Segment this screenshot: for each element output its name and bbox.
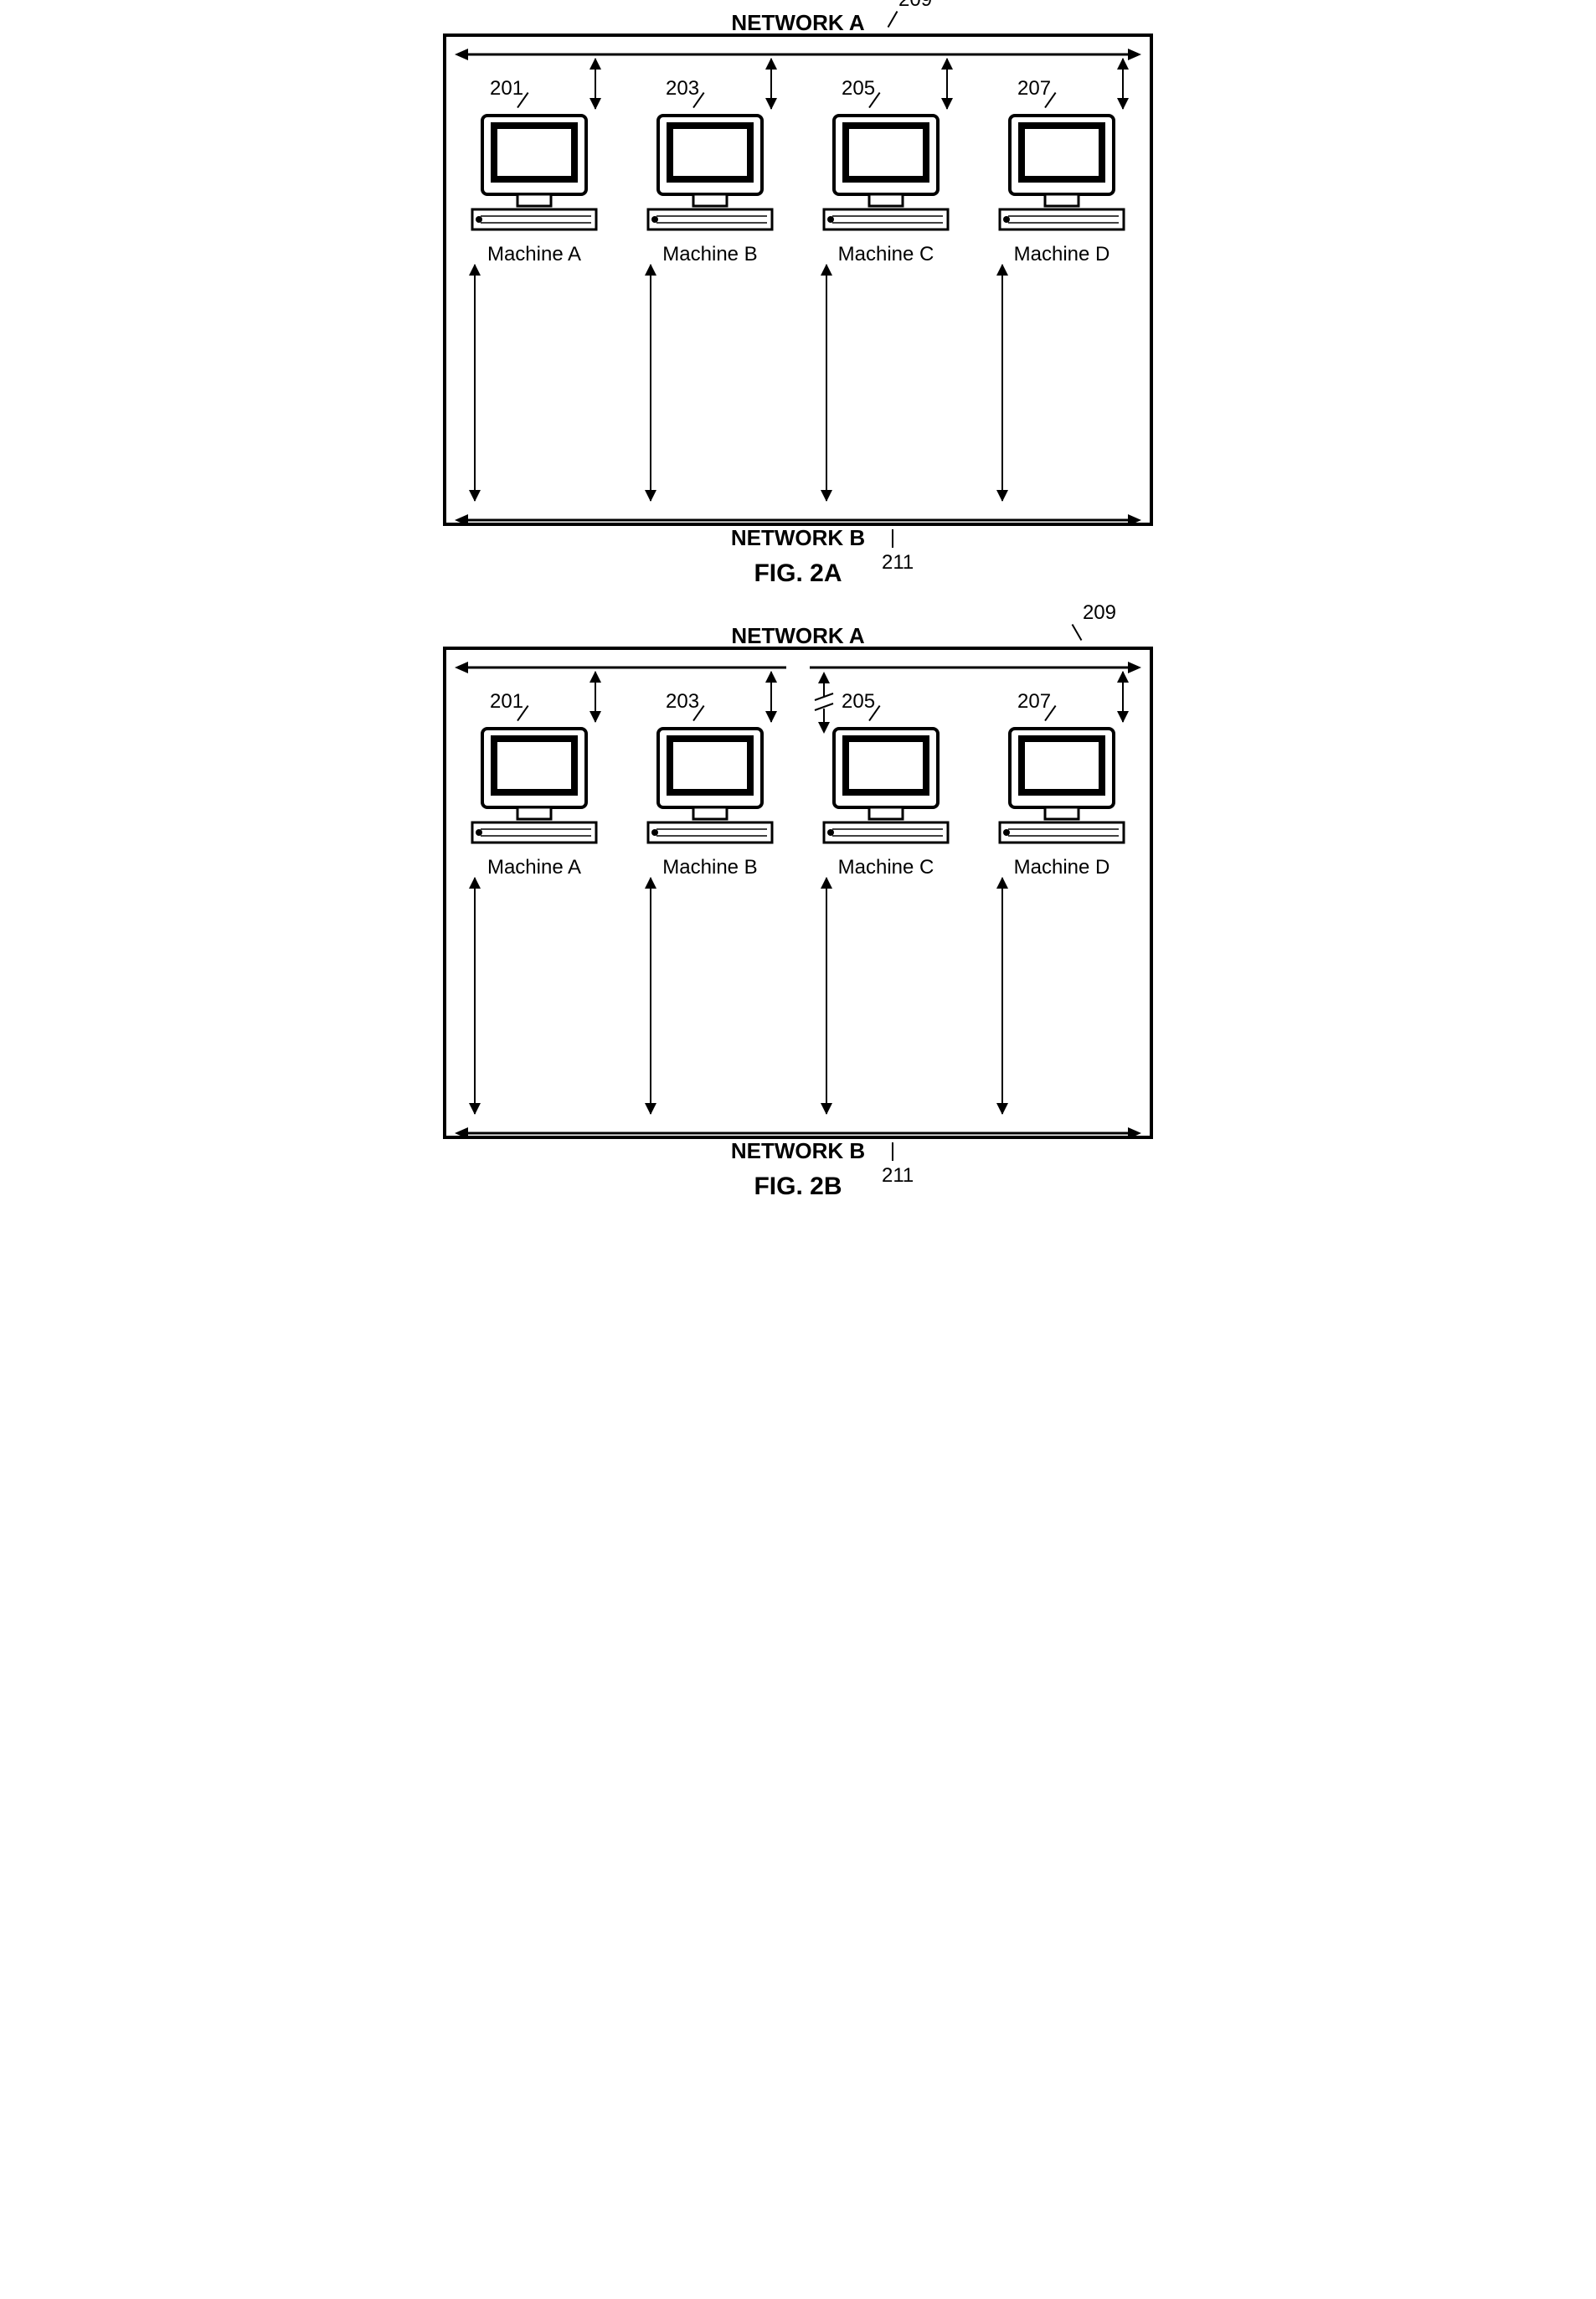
- machine-b-label: Machine B: [662, 243, 757, 266]
- machine-a: 201 Machine A: [455, 725, 614, 879]
- machine-c: 205 Machine C: [806, 725, 965, 879]
- network-b-ref: 211: [882, 551, 914, 575]
- network-b-label: NETWORK B: [731, 525, 865, 551]
- figure-2b-caption: FIG. 2B: [446, 1173, 1150, 1201]
- network-b-ref-lead: [892, 529, 893, 548]
- network-b-ref-lead: [892, 1142, 893, 1161]
- machine-a-ref: 201: [490, 77, 523, 101]
- computer-icon: [467, 725, 601, 851]
- machine-a: 201 Machine A: [455, 112, 614, 266]
- machine-c: 205 Machine C: [806, 112, 965, 266]
- machine-b-ref: 203: [666, 690, 699, 714]
- computer-icon: [643, 112, 777, 238]
- machines-row: 201 Machine A 203: [446, 112, 1150, 266]
- conn-d-bot: [1001, 265, 1003, 501]
- conn-c-top: [946, 59, 948, 109]
- machine-d: 207 Machine D: [982, 725, 1141, 879]
- computer-icon: [643, 725, 777, 851]
- machine-a-ref: 201: [490, 690, 523, 714]
- machine-b-label: Machine B: [662, 856, 757, 879]
- machine-b-ref: 203: [666, 77, 699, 101]
- machine-c-label: Machine C: [838, 243, 934, 266]
- conn-c-bot: [826, 265, 827, 501]
- figure-2a: NETWORK A 209 NETWORK B 211 201: [443, 34, 1153, 526]
- conn-a-bot: [474, 265, 476, 501]
- conn-b-bot: [650, 878, 651, 1114]
- machine-d-label: Machine D: [1014, 243, 1110, 266]
- computer-icon: [467, 112, 601, 238]
- conn-d-top: [1122, 59, 1124, 109]
- conn-b-top: [770, 672, 772, 722]
- network-a-ref-lead: [888, 11, 898, 28]
- figure-2a-caption: FIG. 2A: [446, 559, 1150, 588]
- network-a-ref: 209: [898, 0, 932, 12]
- network-a-label: NETWORK A: [731, 10, 864, 36]
- machine-a-label: Machine A: [487, 243, 581, 266]
- computer-icon: [819, 725, 953, 851]
- conn-a-top: [595, 672, 596, 722]
- conn-d-bot: [1001, 878, 1003, 1114]
- figure-2b: NETWORK A 209 NETWORK B 211: [443, 647, 1153, 1139]
- conn-b-bot: [650, 265, 651, 501]
- conn-c-bot: [826, 878, 827, 1114]
- machine-d-label: Machine D: [1014, 856, 1110, 879]
- network-b-label: NETWORK B: [731, 1138, 865, 1164]
- machine-c-label: Machine C: [838, 856, 934, 879]
- machines-row: 201 Machine A 203 Mac: [446, 725, 1150, 879]
- conn-a-top: [595, 59, 596, 109]
- computer-icon: [819, 112, 953, 238]
- conn-b-top: [770, 59, 772, 109]
- machine-d-ref: 207: [1017, 690, 1051, 714]
- network-a-label: NETWORK A: [731, 623, 864, 649]
- conn-d-top: [1122, 672, 1124, 722]
- machine-c-ref: 205: [842, 77, 875, 101]
- network-b-ref: 211: [882, 1164, 914, 1188]
- conn-a-bot: [474, 878, 476, 1114]
- machine-d: 207 Machine D: [982, 112, 1141, 266]
- computer-icon: [995, 112, 1129, 238]
- machine-b: 203 Machine B: [631, 112, 790, 266]
- computer-icon: [995, 725, 1129, 851]
- machine-c-ref: 205: [842, 690, 875, 714]
- network-a-ref: 209: [1083, 601, 1116, 625]
- machine-a-label: Machine A: [487, 856, 581, 879]
- network-a-ref-lead: [1072, 624, 1083, 641]
- machine-d-ref: 207: [1017, 77, 1051, 101]
- machine-b: 203 Machine B: [631, 725, 790, 879]
